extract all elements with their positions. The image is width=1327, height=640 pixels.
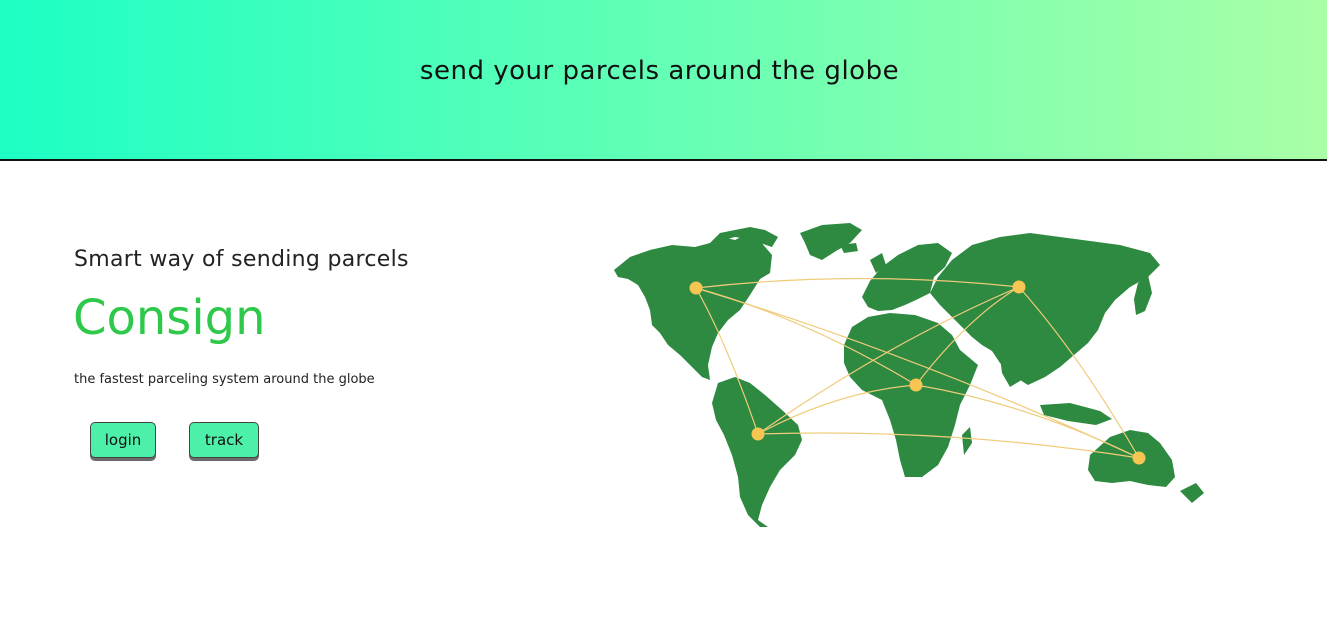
island-greenland (800, 223, 862, 260)
header-title: send your parcels around the globe (419, 55, 900, 86)
route-line (757, 432, 1140, 459)
continent-north-america (614, 235, 772, 380)
route-node (689, 281, 703, 295)
header-banner: send your parcels around the globe (0, 0, 1327, 161)
continent-south-america (712, 377, 802, 527)
continent-australia (1088, 430, 1175, 487)
brand-name: Consign (73, 290, 266, 346)
track-button[interactable]: track (189, 422, 259, 458)
island-new-zealand (1180, 483, 1204, 503)
route-node (751, 427, 765, 441)
login-button[interactable]: login (90, 422, 156, 458)
route-node (909, 378, 923, 392)
route-node (1012, 280, 1026, 294)
hero-tagline: Smart way of sending parcels (74, 247, 409, 272)
island-madagascar (962, 427, 972, 455)
continent-africa (844, 313, 978, 477)
route-node (1132, 451, 1146, 465)
islands-indonesia (1040, 403, 1112, 425)
world-map-network-icon (614, 223, 1204, 527)
hero-subtitle: the fastest parceling system around the … (74, 372, 375, 387)
world-map-land (614, 223, 1204, 527)
